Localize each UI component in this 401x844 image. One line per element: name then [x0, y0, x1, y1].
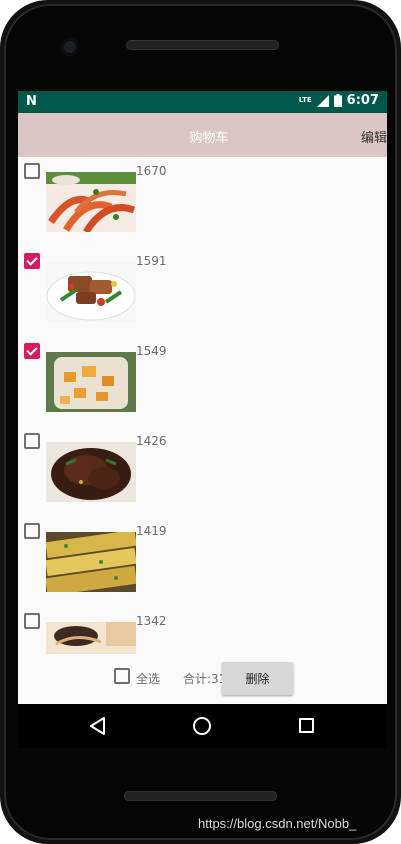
app-bar: 购物车 编辑 [18, 113, 387, 157]
cart-item: 1670 [18, 157, 387, 247]
bottom-bar: 全选 合计:3140 删除 [18, 654, 387, 704]
item-price: 1670 [136, 164, 167, 178]
nav-bar [18, 704, 387, 748]
food-image-pumpkin-soup [46, 352, 136, 412]
delete-button[interactable]: 删除 [222, 662, 293, 695]
battery-icon [333, 94, 342, 107]
item-checkbox[interactable] [24, 253, 40, 269]
cart-item: 1342 [18, 607, 387, 654]
top-speaker [126, 40, 279, 50]
item-checkbox[interactable] [24, 163, 40, 179]
food-image-noodle-dish [46, 622, 136, 654]
select-all-checkbox[interactable] [114, 668, 130, 684]
item-price: 1549 [136, 344, 167, 358]
cart-item: 1549 [18, 337, 387, 427]
select-all-label: 全选 [136, 672, 161, 686]
status-bar: N LTE 6:07 [18, 91, 387, 113]
recent-apps-icon[interactable] [299, 718, 314, 733]
item-checkbox[interactable] [24, 433, 40, 449]
notification-icon: N [26, 94, 37, 109]
cart-item: 1419 [18, 517, 387, 607]
item-price: 1419 [136, 524, 167, 538]
watermark: https://blog.csdn.net/Nobb_ [198, 816, 357, 831]
signal-icon [316, 94, 329, 107]
clock: 6:07 [346, 93, 379, 108]
network-type: LTE [298, 96, 312, 104]
front-camera [61, 38, 79, 56]
food-image-egg-pancake [46, 532, 136, 592]
home-icon[interactable] [193, 717, 211, 735]
item-price: 1426 [136, 434, 167, 448]
cart-item: 1591 [18, 247, 387, 337]
food-image-shrimp [46, 172, 136, 232]
edit-button[interactable]: 编辑 [361, 127, 387, 146]
back-icon[interactable] [90, 717, 106, 735]
status-icons: LTE 6:07 [299, 93, 379, 108]
app-screen: N LTE 6:07 购物车 编辑 1670 1591 1549 1426 14… [18, 91, 387, 704]
food-image-braised-fish [46, 442, 136, 502]
food-image-pork-peppers [46, 262, 136, 322]
page-title: 购物车 [189, 131, 229, 146]
item-checkbox[interactable] [24, 343, 40, 359]
item-price: 1591 [136, 254, 167, 268]
item-price: 1342 [136, 614, 167, 628]
cart-item: 1426 [18, 427, 387, 517]
item-checkbox[interactable] [24, 613, 40, 629]
cart-list[interactable]: 1670 1591 1549 1426 1419 1342 [18, 157, 387, 654]
bottom-speaker [124, 791, 277, 801]
item-checkbox[interactable] [24, 523, 40, 539]
